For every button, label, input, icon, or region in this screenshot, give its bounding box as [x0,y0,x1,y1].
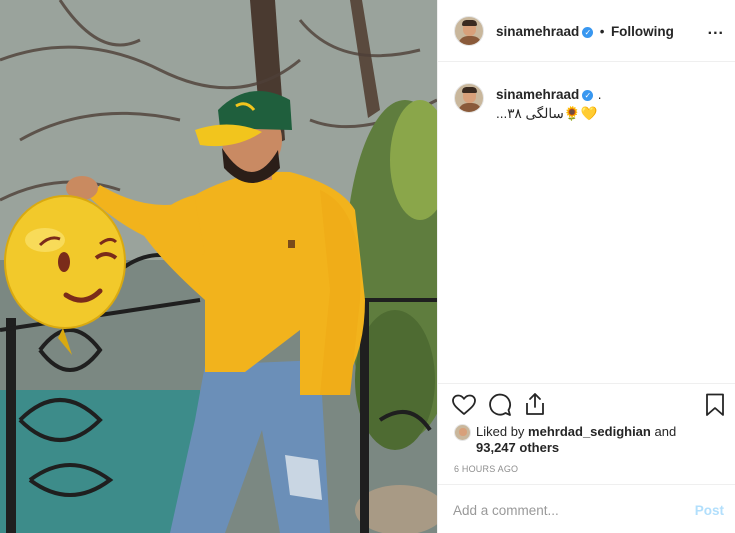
header-separator: • [599,24,605,39]
post-dialog: sinamehraad ✓ • Following ... sinamehraad… [0,0,735,533]
likes-prefix: Liked by [476,424,525,439]
bookmark-icon[interactable] [705,393,725,417]
photo-illustration [0,0,437,533]
comment-input[interactable]: Add a comment... [453,503,559,518]
liker-avatar[interactable] [454,424,471,441]
likes-and: and [654,424,677,439]
following-button[interactable]: Following [611,24,674,39]
caption-punct: . [597,87,602,102]
post-photo[interactable] [0,0,437,533]
heart-icon[interactable] [452,394,476,416]
caption-username[interactable]: sinamehraad [496,87,579,102]
action-bar [438,383,735,384]
avatar-hair-shape [462,20,477,26]
verified-badge-icon: ✓ [582,27,594,38]
verified-badge-icon: ✓ [582,90,594,101]
post-header: sinamehraad ✓ • Following ... [438,0,735,62]
caption-avatar[interactable] [454,83,484,113]
header-username[interactable]: sinamehraad [496,24,579,39]
post-side-panel: sinamehraad ✓ • Following ... sinamehraad… [437,0,735,533]
comment-box: Add a comment... Post [438,484,735,533]
avatar-hair-shape [462,87,477,93]
more-options-icon[interactable]: ... [708,21,724,39]
post-timestamp[interactable]: 6 HOURS AGO [454,464,518,474]
caption-text: ...سالگی ۳۸🌻💛 [496,106,598,121]
avatar[interactable] [454,16,484,46]
avatar-face-shape [459,428,467,436]
post-comment-button[interactable]: Post [695,503,724,518]
caption-user-line: sinamehraad ✓ . [496,86,602,104]
avatar-body-shape [458,103,482,112]
comment-icon[interactable] [488,393,512,417]
likes-count-line: 93,247 others [476,440,559,456]
likes-count-link[interactable]: 93,247 others [476,440,559,455]
share-icon[interactable] [524,392,546,416]
likes-summary: Liked by mehrdad_sedighian and [476,424,676,440]
avatar-body-shape [458,36,482,45]
likes-user-link[interactable]: mehrdad_sedighian [528,424,651,439]
header-user-line: sinamehraad ✓ • Following [496,23,674,41]
